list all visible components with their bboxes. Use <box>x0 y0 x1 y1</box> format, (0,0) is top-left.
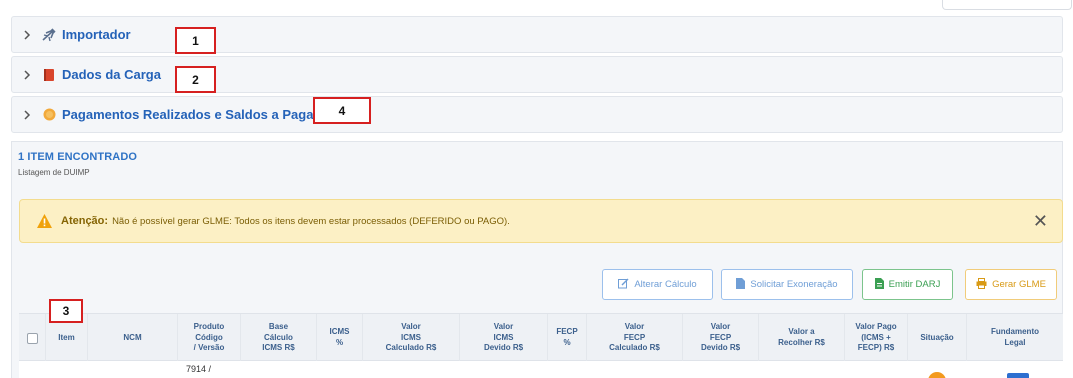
header-base-calculo[interactable]: Base Cálculo ICMS R$ <box>241 314 317 362</box>
header-valor-pago[interactable]: Valor Pago (ICMS + FECP) R$ <box>845 314 908 362</box>
header-vid-l3: Devido R$ <box>483 343 524 353</box>
alterar-calculo-label: Alterar Cálculo <box>634 279 697 290</box>
warning-icon <box>36 213 53 229</box>
panel-label-pagamentos[interactable]: Pagamentos Realizados e Saldos a Pagar <box>62 107 319 122</box>
file-icon <box>736 277 746 292</box>
emitir-darj-label: Emitir DARJ <box>888 279 941 290</box>
select-all-cell <box>19 314 46 362</box>
annotation-marker-1: 1 <box>175 27 216 54</box>
items-count-title: 1 ITEM ENCONTRADO <box>18 151 138 163</box>
header-valor-icms-calculado[interactable]: Valor ICMS Calculado R$ <box>363 314 460 362</box>
airplane-icon <box>42 27 56 42</box>
header-fecp-l2: % <box>563 338 571 347</box>
warning-alert: Atenção: Não é possível gerar GLME: Todo… <box>19 199 1063 243</box>
header-situacao[interactable]: Situação <box>908 314 967 362</box>
header-fecp-l1: FECP <box>556 327 578 337</box>
select-all-checkbox[interactable] <box>26 332 38 344</box>
header-rec-l2: Recolher R$ <box>778 338 825 347</box>
header-ncm[interactable]: NCM <box>88 314 178 362</box>
gerar-glme-button[interactable]: Gerar GLME <box>965 269 1057 300</box>
coin-icon <box>42 108 56 122</box>
header-valor-icms-devido[interactable]: Valor ICMS Devido R$ <box>460 314 548 362</box>
header-produto-l1: Produto <box>193 321 225 331</box>
header-icmsp-l1: ICMS <box>329 327 350 337</box>
solicitar-exoneracao-button[interactable]: Solicitar Exoneração <box>721 269 853 300</box>
chevron-right-icon[interactable] <box>23 69 33 80</box>
header-pago-l1: Valor Pago <box>855 321 897 331</box>
header-valor-recolher[interactable]: Valor a Recolher R$ <box>759 314 845 362</box>
emitir-darj-button[interactable]: Emitir DARJ <box>862 269 953 300</box>
panel-pagamentos[interactable]: Pagamentos Realizados e Saldos a Pagar <box>11 96 1063 133</box>
gerar-glme-label: Gerar GLME <box>992 279 1046 290</box>
header-vfd-l2: FECP <box>709 332 732 342</box>
chevron-right-icon[interactable] <box>23 109 33 120</box>
edit-icon <box>618 278 629 292</box>
table-header: Item NCM Produto Código / Versão Base Cálcu… <box>19 313 1063 362</box>
header-vfc-l3: Calculado R$ <box>609 343 660 353</box>
annotation-marker-2: 2 <box>175 66 216 93</box>
annotation-marker-3: 3 <box>49 299 83 323</box>
panel-label-dados-carga[interactable]: Dados da Carga <box>62 67 161 82</box>
cell-produto: 7914 / <box>186 364 212 374</box>
header-fund-l1: Fundamento <box>991 327 1039 337</box>
alert-message: Não é possível gerar GLME: Todos os iten… <box>112 215 510 227</box>
toolbar-fragment <box>942 0 1072 10</box>
header-fundamento-legal[interactable]: Fundamento Legal <box>967 314 1063 362</box>
header-rec-l1: Valor a <box>788 327 815 337</box>
panel-importador[interactable]: Importador <box>11 16 1063 53</box>
header-vfd-l3: Devido R$ <box>700 343 741 353</box>
status-indicator <box>928 372 946 378</box>
header-vid-l1: Valor <box>493 321 514 331</box>
annotation-marker-4: 4 <box>313 97 371 124</box>
header-produto-l2: Código <box>195 332 223 342</box>
header-icms-percent[interactable]: ICMS% <box>317 314 363 362</box>
header-vic-l2: ICMS <box>401 332 421 342</box>
header-base-l2: Cálculo <box>264 332 293 342</box>
header-vfd-l1: Valor <box>710 321 731 331</box>
chevron-right-icon[interactable] <box>23 29 33 40</box>
spreadsheet-icon <box>874 277 884 292</box>
header-produto-l3: / Versão <box>193 343 225 353</box>
header-pago-l3: FECP) R$ <box>857 343 895 353</box>
header-base-l1: Base <box>268 321 289 331</box>
header-vic-l1: Valor <box>401 321 421 331</box>
close-icon[interactable]: ✕ <box>1033 212 1048 230</box>
header-vic-l3: Calculado R$ <box>385 343 437 353</box>
header-pago-l2: (ICMS + <box>861 332 891 342</box>
printer-icon <box>976 277 987 292</box>
header-vfc-l1: Valor <box>624 321 645 331</box>
header-valor-fecp-calculado[interactable]: Valor FECP Calculado R$ <box>587 314 683 362</box>
header-vfc-l2: FECP <box>623 332 646 342</box>
panel-dados-carga[interactable]: Dados da Carga <box>11 56 1063 93</box>
table-row[interactable]: 7914 / <box>19 361 1063 378</box>
header-produto[interactable]: Produto Código / Versão <box>178 314 241 362</box>
header-icmsp-l2: % <box>335 338 344 347</box>
alterar-calculo-button[interactable]: Alterar Cálculo <box>602 269 713 300</box>
header-fecp-percent[interactable]: FECP% <box>548 314 587 362</box>
solicitar-exoneracao-label: Solicitar Exoneração <box>750 279 838 290</box>
fundamento-legal-button[interactable] <box>1007 373 1029 378</box>
panel-label-importador[interactable]: Importador <box>62 27 131 42</box>
header-base-l3: ICMS R$ <box>262 343 295 353</box>
book-icon <box>42 68 56 82</box>
header-fund-l2: Legal <box>1004 338 1026 347</box>
header-valor-fecp-devido[interactable]: Valor FECP Devido R$ <box>683 314 759 362</box>
header-vid-l2: ICMS <box>493 332 514 342</box>
alert-title: Atenção: <box>61 215 109 227</box>
items-subtitle: Listagem de DUIMP <box>18 168 90 177</box>
